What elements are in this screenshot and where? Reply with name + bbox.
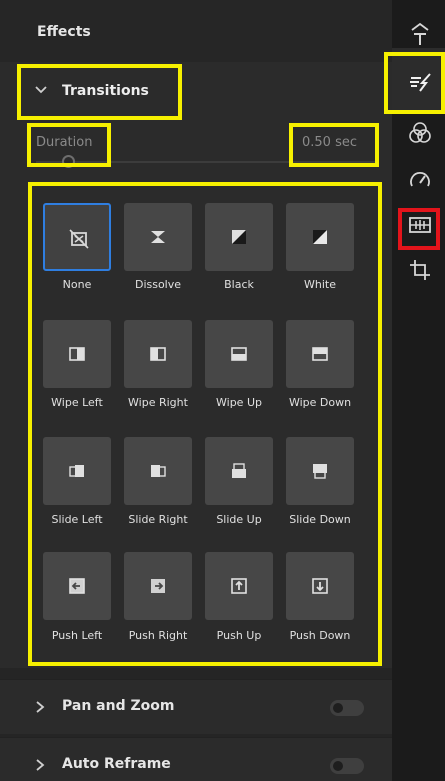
black-icon [232, 230, 246, 244]
pan-zoom-toggle[interactable] [330, 700, 364, 716]
pan-zoom-label: Pan and Zoom [62, 698, 175, 714]
chevron-down-icon [35, 86, 47, 94]
transition-tile-dissolve[interactable] [124, 203, 192, 271]
transition-tile-slide-down[interactable] [286, 437, 354, 505]
wipe-right-icon [150, 347, 166, 361]
none-icon [69, 229, 89, 249]
transition-tile-slide-up[interactable] [205, 437, 273, 505]
panel-header: Effects [0, 0, 392, 62]
effects-icon [410, 73, 431, 92]
slide-left-icon [69, 465, 84, 477]
duration-slider-track[interactable] [36, 161, 376, 163]
auto-reframe-label: Auto Reframe [62, 756, 171, 772]
wipe-up-icon [231, 347, 247, 361]
transition-label: Slide Down [289, 513, 351, 526]
dissolve-icon [151, 231, 165, 243]
transition-label: Push Right [128, 629, 188, 642]
pan-zoom-section-header[interactable]: Pan and Zoom [0, 679, 392, 734]
transition-tile-wipe-right[interactable] [124, 320, 192, 388]
push-up-icon [231, 578, 247, 594]
speed-icon [410, 172, 430, 187]
speed-tool-button[interactable] [405, 165, 435, 195]
transition-tile-white[interactable] [286, 203, 354, 271]
auto-reframe-section-header[interactable]: Auto Reframe [0, 737, 392, 781]
chevron-right-icon [36, 759, 45, 771]
transition-tile-push-up[interactable] [205, 552, 273, 620]
slide-down-icon [313, 464, 327, 479]
transition-label: Dissolve [134, 278, 182, 291]
transition-tile-wipe-left[interactable] [43, 320, 111, 388]
transition-tile-wipe-up[interactable] [205, 320, 273, 388]
audio-icon [409, 217, 431, 233]
transitions-label: Transitions [62, 83, 149, 99]
push-right-icon [151, 579, 165, 593]
transition-label: Push Down [289, 629, 351, 642]
transition-tile-push-left[interactable] [43, 552, 111, 620]
transition-label: Wipe Down [288, 396, 352, 409]
text-tool-button[interactable] [405, 20, 435, 50]
color-icon [409, 122, 431, 143]
effects-panel: Effects Transitions Duration 0.50 sec No… [0, 0, 392, 781]
duration-row [0, 120, 392, 180]
crop-icon [410, 260, 430, 280]
transition-label: Slide Right [128, 513, 188, 526]
effects-tool-button[interactable] [405, 66, 435, 96]
crop-tool-button[interactable] [405, 255, 435, 285]
transition-tile-push-right[interactable] [124, 552, 192, 620]
transition-label: Push Left [51, 629, 103, 642]
push-down-icon [312, 578, 328, 594]
transition-tile-none[interactable] [43, 203, 111, 271]
transition-tile-black[interactable] [205, 203, 273, 271]
transition-label: Slide Left [51, 513, 103, 526]
transition-tile-wipe-down[interactable] [286, 320, 354, 388]
transition-tile-slide-right[interactable] [124, 437, 192, 505]
transition-label: Push Up [216, 629, 262, 642]
transition-tile-push-down[interactable] [286, 552, 354, 620]
transition-label: Wipe Up [216, 396, 262, 409]
transition-tile-slide-left[interactable] [43, 437, 111, 505]
duration-slider-thumb[interactable] [62, 155, 75, 168]
wipe-left-icon [69, 347, 85, 361]
transition-label: None [62, 278, 92, 291]
transition-label: Black [224, 278, 254, 291]
slide-up-icon [232, 463, 246, 478]
auto-reframe-toggle[interactable] [330, 758, 364, 774]
slide-right-icon [151, 465, 166, 477]
transitions-section-header[interactable] [0, 62, 392, 120]
transition-label: Wipe Left [51, 396, 103, 409]
transition-label: Wipe Right [128, 396, 188, 409]
wipe-down-icon [312, 347, 328, 361]
transition-label: Slide Up [216, 513, 262, 526]
audio-tool-button[interactable] [405, 210, 435, 240]
duration-value[interactable]: 0.50 sec [302, 135, 357, 150]
panel-title: Effects [37, 24, 91, 40]
chevron-right-icon [36, 701, 45, 713]
white-icon [313, 230, 327, 244]
color-tool-button[interactable] [405, 118, 435, 148]
transition-label: White [304, 278, 336, 291]
push-left-icon [69, 578, 85, 594]
text-icon [411, 22, 429, 45]
duration-label: Duration [36, 135, 93, 150]
